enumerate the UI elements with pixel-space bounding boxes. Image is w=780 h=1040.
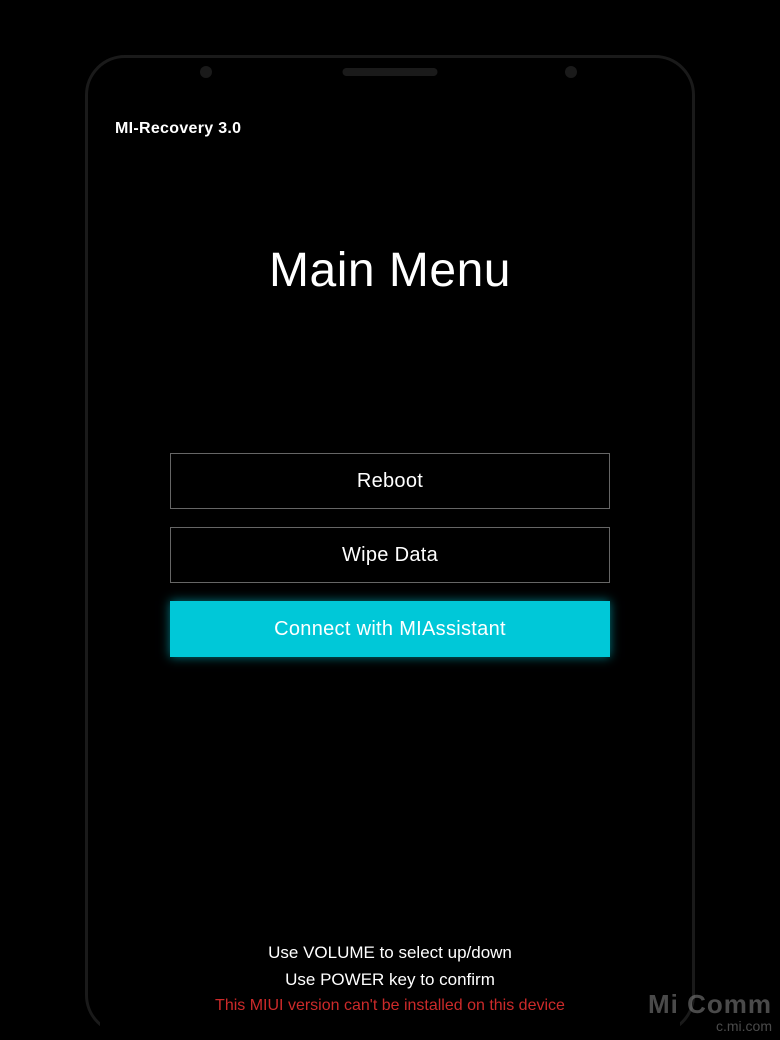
watermark: Mi Comm c.mi.com: [648, 989, 772, 1034]
front-camera-right: [565, 66, 577, 78]
connect-miassistant-button[interactable]: Connect with MIAssistant: [170, 601, 610, 657]
error-message: This MIUI version can't be installed on …: [125, 997, 655, 1015]
speaker-slot: [343, 68, 438, 76]
page-title: Main Menu: [125, 243, 655, 298]
front-camera-left: [200, 66, 212, 78]
recovery-screen: MI-Recovery 3.0 Main Menu Reboot Wipe Da…: [100, 95, 680, 1035]
watermark-brand: Mi Comm: [648, 989, 772, 1020]
watermark-url: c.mi.com: [648, 1018, 772, 1034]
wipe-data-button[interactable]: Wipe Data: [170, 527, 610, 583]
recovery-version-label: MI-Recovery 3.0: [115, 120, 655, 138]
reboot-button[interactable]: Reboot: [170, 453, 610, 509]
instruction-power: Use POWER key to confirm: [125, 966, 655, 993]
main-menu: Reboot Wipe Data Connect with MIAssistan…: [125, 453, 655, 657]
instruction-volume: Use VOLUME to select up/down: [125, 939, 655, 966]
instructions: Use VOLUME to select up/down Use POWER k…: [125, 939, 655, 1020]
